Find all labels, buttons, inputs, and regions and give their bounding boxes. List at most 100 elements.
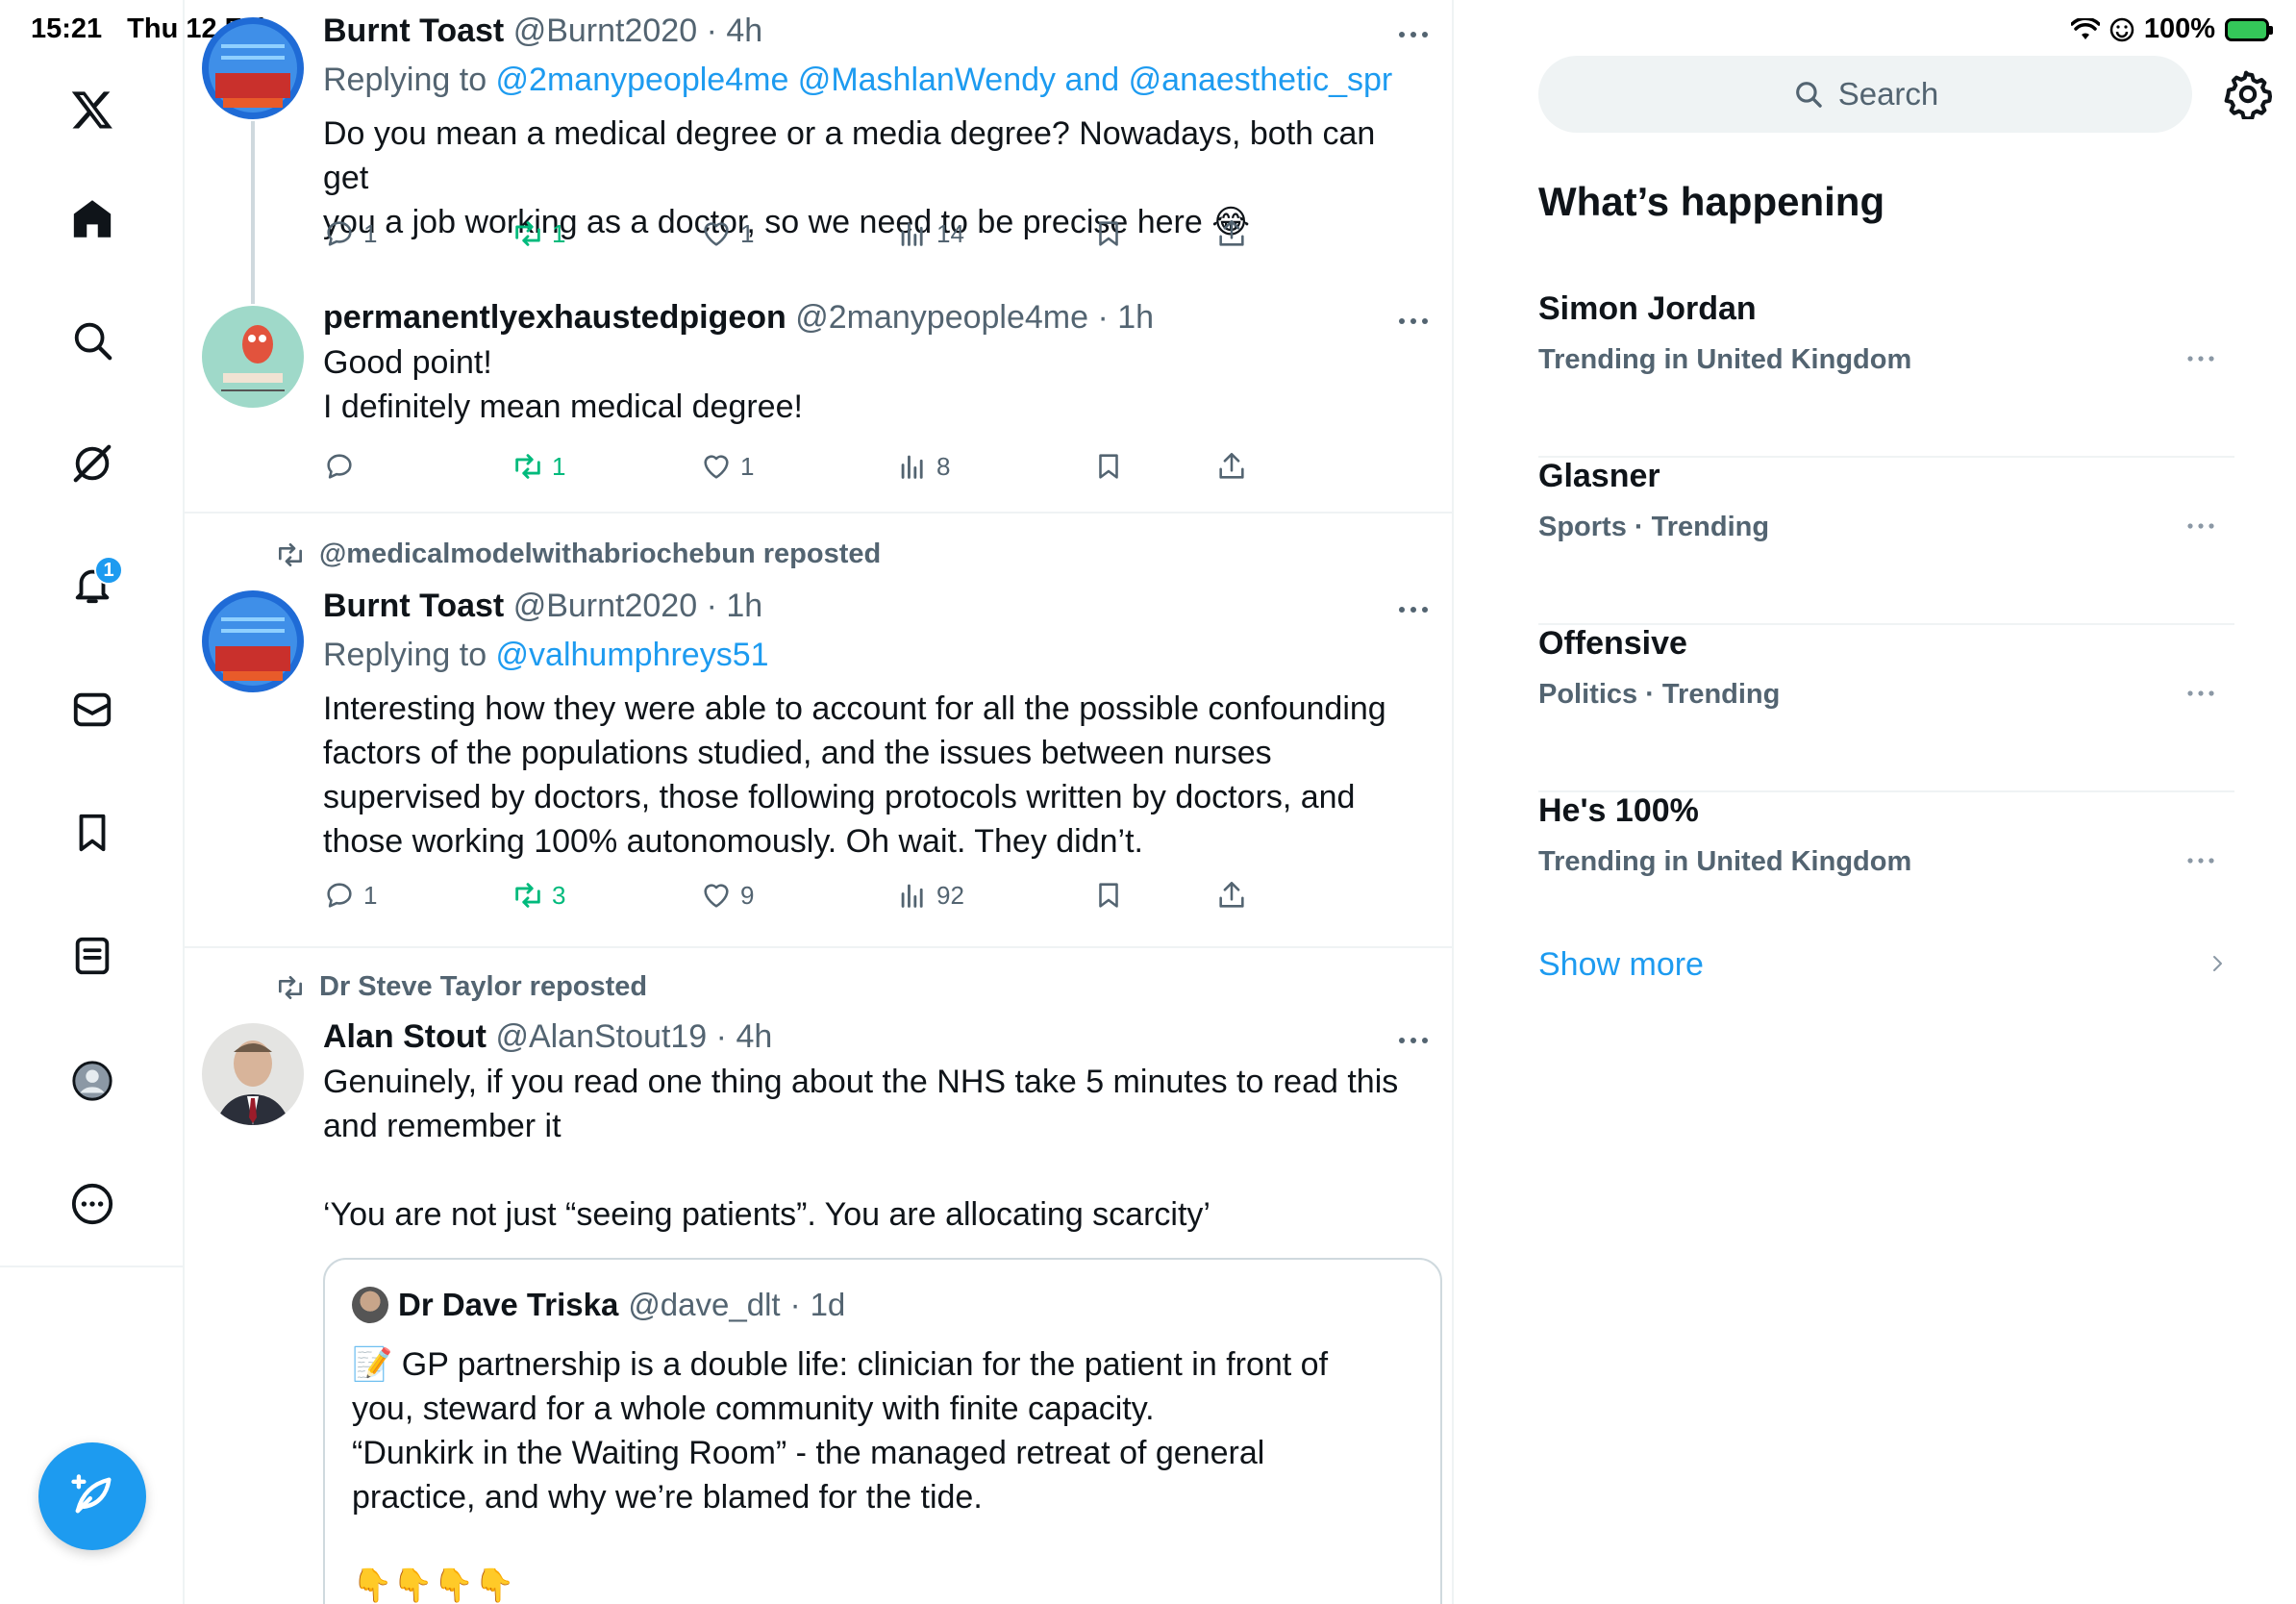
author-handle[interactable]: @Burnt2020 xyxy=(513,588,697,624)
trend-more-icon[interactable] xyxy=(2184,854,2217,867)
views-button[interactable]: 14 xyxy=(896,217,964,250)
post-time[interactable]: 1h xyxy=(726,588,762,624)
trend-more-icon[interactable] xyxy=(2184,352,2217,365)
notifications-bell-icon[interactable]: 1 xyxy=(58,550,127,619)
like-button[interactable]: 9 xyxy=(700,879,754,912)
timeline: Burnt Toast @Burnt2020 · 4h Replying to … xyxy=(185,0,1454,1604)
chevron-right-icon xyxy=(2213,956,2222,971)
post-more-icon[interactable] xyxy=(1394,1031,1433,1050)
share-button[interactable] xyxy=(1215,217,1248,250)
avatar-alan-stout[interactable] xyxy=(202,1023,304,1125)
reply-icon xyxy=(327,221,352,246)
show-more-link[interactable]: Show more xyxy=(1538,946,2234,984)
search-icon[interactable] xyxy=(58,306,127,375)
home-icon[interactable] xyxy=(58,185,127,254)
search-bar[interactable]: Search xyxy=(1538,56,2192,133)
repost-context-icon xyxy=(279,975,302,999)
x-logo-icon[interactable] xyxy=(58,75,127,144)
bookmark-button[interactable] xyxy=(1092,217,1125,250)
bookmark-icon xyxy=(1099,221,1118,246)
views-button[interactable]: 8 xyxy=(896,450,950,483)
reply-mentions[interactable]: @valhumphreys51 xyxy=(496,637,769,673)
repost-button[interactable]: 1 xyxy=(512,217,565,250)
post-text: Interesting how they were able to accoun… xyxy=(323,690,1386,860)
post-burnt-toast-reposted[interactable]: @medicalmodelwithabriochebun reposted Bu… xyxy=(185,514,1452,946)
bookmarks-icon[interactable] xyxy=(58,798,127,867)
share-icon xyxy=(1219,452,1244,479)
post-header: Burnt Toast @Burnt2020 · 1h xyxy=(323,588,763,624)
author-name[interactable]: Burnt Toast xyxy=(323,588,504,624)
quoted-post[interactable]: Dr Dave Triska @dave_dlt · 1d 📝 GP partner… xyxy=(323,1258,1442,1604)
bookmark-icon xyxy=(1099,454,1118,479)
reply-icon xyxy=(327,454,352,479)
post-time[interactable]: 1h xyxy=(1117,299,1154,336)
search-icon xyxy=(1795,82,1822,108)
bookmark-button[interactable] xyxy=(1092,879,1125,912)
post-actions: 1 3 9 92 xyxy=(323,879,1246,921)
views-count: 8 xyxy=(936,451,951,481)
author-handle[interactable]: @AlanStout19 xyxy=(495,1018,707,1055)
more-options-icon[interactable] xyxy=(58,1169,127,1239)
author-name[interactable]: Alan Stout xyxy=(323,1018,487,1055)
lists-icon[interactable] xyxy=(58,921,127,990)
compose-post-button[interactable] xyxy=(38,1442,146,1550)
trend-item[interactable]: Offensive Politics · Trending xyxy=(1538,625,2234,792)
trend-more-icon[interactable] xyxy=(2184,519,2217,533)
trend-meta: Sports · Trending xyxy=(1538,512,1770,542)
trend-item[interactable]: Glasner Sports · Trending xyxy=(1538,458,2234,625)
trend-item[interactable]: He's 100% Trending in United Kingdom xyxy=(1538,792,2234,960)
reply-mentions[interactable]: @2manypeople4me @MashlanWendy and @anaes… xyxy=(496,62,1393,98)
views-chart-icon xyxy=(901,455,923,479)
reply-button[interactable]: 1 xyxy=(323,217,377,250)
repost-icon xyxy=(515,221,540,246)
author-name[interactable]: permanentlyexhaustedpigeon xyxy=(323,299,786,336)
bookmark-button[interactable] xyxy=(1092,450,1125,483)
like-count: 1 xyxy=(740,218,755,248)
avatar-burnt-toast[interactable] xyxy=(202,590,304,692)
post-more-icon[interactable] xyxy=(1394,312,1433,331)
post-actions: 1 1 1 14 xyxy=(323,217,1246,260)
post-time[interactable]: 4h xyxy=(736,1018,772,1055)
grok-icon[interactable] xyxy=(58,429,127,498)
post-time[interactable]: 4h xyxy=(726,13,762,49)
avatar-burnt-toast[interactable] xyxy=(202,17,304,119)
views-button[interactable]: 92 xyxy=(896,879,964,912)
quote-author-name[interactable]: Dr Dave Triska xyxy=(398,1287,618,1323)
messages-icon[interactable] xyxy=(58,675,127,744)
share-icon xyxy=(1219,881,1244,908)
repost-button[interactable]: 1 xyxy=(512,450,565,483)
trend-more-icon[interactable] xyxy=(2184,687,2217,700)
right-sidebar: Search What’s happening Simon Jordan Tre… xyxy=(1454,0,2296,1604)
post-more-icon[interactable] xyxy=(1394,600,1433,619)
bookmark-icon xyxy=(1099,883,1118,908)
reposted-by[interactable]: Dr Steve Taylor reposted xyxy=(319,971,647,1003)
replying-prefix: Replying to xyxy=(323,62,496,98)
post-actions: 1 1 8 xyxy=(323,450,1246,492)
author-name[interactable]: Burnt Toast xyxy=(323,13,504,49)
reply-button[interactable] xyxy=(323,450,363,483)
avatar-pigeon[interactable] xyxy=(202,306,304,408)
like-button[interactable]: 1 xyxy=(700,217,754,250)
profile-icon[interactable] xyxy=(58,1046,127,1115)
author-handle[interactable]: @2manypeople4me xyxy=(795,299,1088,336)
trend-name: Glasner xyxy=(1538,458,1660,494)
post-more-icon[interactable] xyxy=(1394,25,1433,44)
repost-button[interactable]: 3 xyxy=(512,879,565,912)
avatar-dave-triska[interactable] xyxy=(352,1287,388,1323)
reposted-by[interactable]: @medicalmodelwithabriochebun reposted xyxy=(319,539,881,570)
quote-time[interactable]: 1d xyxy=(811,1287,846,1323)
settings-gear-icon[interactable] xyxy=(2223,69,2273,119)
reply-button[interactable]: 1 xyxy=(323,879,377,912)
share-button[interactable] xyxy=(1215,879,1248,912)
views-chart-icon xyxy=(901,222,923,246)
trend-item[interactable]: Simon Jordan Trending in United Kingdom xyxy=(1538,290,2234,458)
share-button[interactable] xyxy=(1215,450,1248,483)
post-burnt-toast-reply[interactable]: Burnt Toast @Burnt2020 · 4h Replying to … xyxy=(185,0,1452,304)
nav-divider xyxy=(0,1266,185,1267)
like-button[interactable]: 1 xyxy=(700,450,754,483)
quote-author-handle[interactable]: @dave_dlt xyxy=(628,1287,780,1323)
post-pigeon-reply[interactable]: permanentlyexhaustedpigeon @2manypeople4… xyxy=(185,288,1452,512)
post-alan-stout-reposted[interactable]: Dr Steve Taylor reposted Alan Stout @Ala… xyxy=(185,948,1452,1604)
like-count: 1 xyxy=(740,451,755,481)
author-handle[interactable]: @Burnt2020 xyxy=(513,13,697,49)
